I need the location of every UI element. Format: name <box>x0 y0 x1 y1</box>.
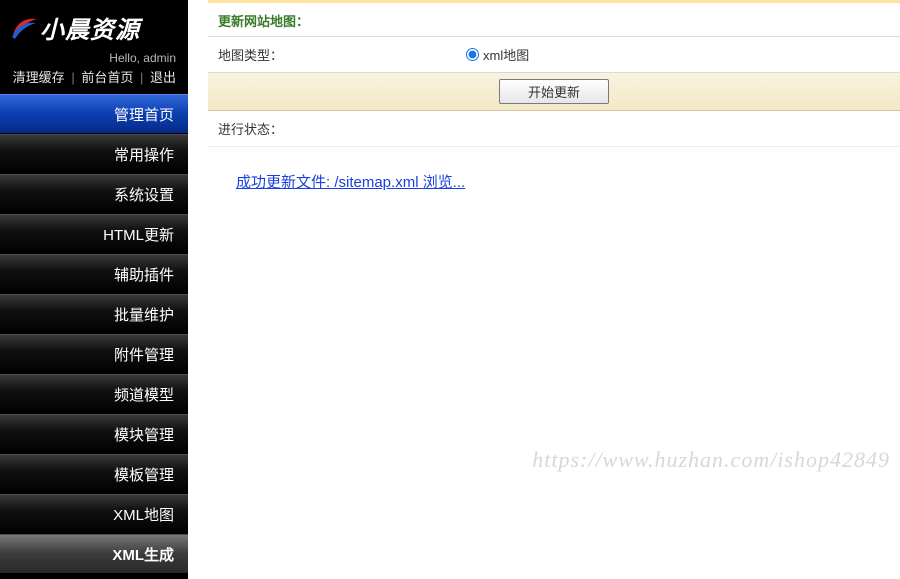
logo-icon <box>10 15 40 41</box>
sidebar-item-label: 频道模型 <box>114 384 174 405</box>
sidebar-item-admin-home[interactable]: 管理首页 <box>0 94 188 134</box>
divider: | <box>68 70 77 85</box>
sidebar-item-xml-gen[interactable]: XML生成 <box>0 534 188 574</box>
link-clear-cache[interactable]: 清理缓存 <box>13 70 65 85</box>
divider: | <box>137 70 146 85</box>
sidebar-item-label: HTML更新 <box>103 224 174 245</box>
sidebar-item-batch[interactable]: 批量维护 <box>0 294 188 334</box>
user-greeting: Hello, admin <box>0 51 188 65</box>
quick-links: 清理缓存 | 前台首页 | 退出 <box>0 65 188 94</box>
sidebar-item-label: 管理首页 <box>114 104 174 125</box>
sidebar-item-plugins[interactable]: 辅助插件 <box>0 254 188 294</box>
panel-title: 更新网站地图： <box>208 3 900 37</box>
sidebar-item-attachments[interactable]: 附件管理 <box>0 334 188 374</box>
logo-text: 小晨资源 <box>40 10 140 45</box>
sidebar-item-label: 模板管理 <box>114 464 174 485</box>
sidebar-item-common-ops[interactable]: 常用操作 <box>0 134 188 174</box>
link-front-home[interactable]: 前台首页 <box>81 70 133 85</box>
sidebar-item-label: 批量维护 <box>114 304 174 325</box>
main-content: 更新网站地图： 地图类型： xml地图 开始更新 进行状态： 成功更新文件: /… <box>188 0 900 579</box>
radio-xml-map-label: xml地图 <box>483 45 529 64</box>
sidebar-item-label: XML生成 <box>112 544 174 565</box>
sidebar-item-system[interactable]: 系统设置 <box>0 174 188 214</box>
radio-xml-map[interactable] <box>466 48 479 61</box>
sidebar-item-template[interactable]: 模板管理 <box>0 454 188 494</box>
watermark: https://www.huzhan.com/ishop42849 <box>532 447 890 473</box>
sidebar-item-label: 辅助插件 <box>114 264 174 285</box>
status-label: 进行状态： <box>208 111 900 147</box>
sidebar-item-label: 模块管理 <box>114 424 174 445</box>
sidebar-menu: 管理首页 常用操作 系统设置 HTML更新 辅助插件 批量维护 附件管理 频道模… <box>0 94 188 574</box>
sidebar-item-html-update[interactable]: HTML更新 <box>0 214 188 254</box>
sidebar-item-label: 附件管理 <box>114 344 174 365</box>
sidebar-item-label: 系统设置 <box>114 184 174 205</box>
row-map-type: 地图类型： xml地图 <box>208 37 900 73</box>
start-update-button[interactable]: 开始更新 <box>499 79 609 104</box>
result-link[interactable]: 成功更新文件: /sitemap.xml 浏览... <box>236 174 465 191</box>
sidebar: 小晨资源 Hello, admin 清理缓存 | 前台首页 | 退出 管理首页 … <box>0 0 188 579</box>
sidebar-item-xml-map[interactable]: XML地图 <box>0 494 188 534</box>
sidebar-item-label: XML地图 <box>113 504 174 525</box>
logo: 小晨资源 <box>0 0 188 51</box>
result-area: 成功更新文件: /sitemap.xml 浏览... <box>208 147 900 216</box>
sidebar-item-module[interactable]: 模块管理 <box>0 414 188 454</box>
link-logout[interactable]: 退出 <box>150 70 176 85</box>
sidebar-item-channel[interactable]: 频道模型 <box>0 374 188 414</box>
action-row: 开始更新 <box>208 73 900 111</box>
map-type-label: 地图类型： <box>208 37 456 72</box>
sidebar-item-label: 常用操作 <box>114 144 174 165</box>
